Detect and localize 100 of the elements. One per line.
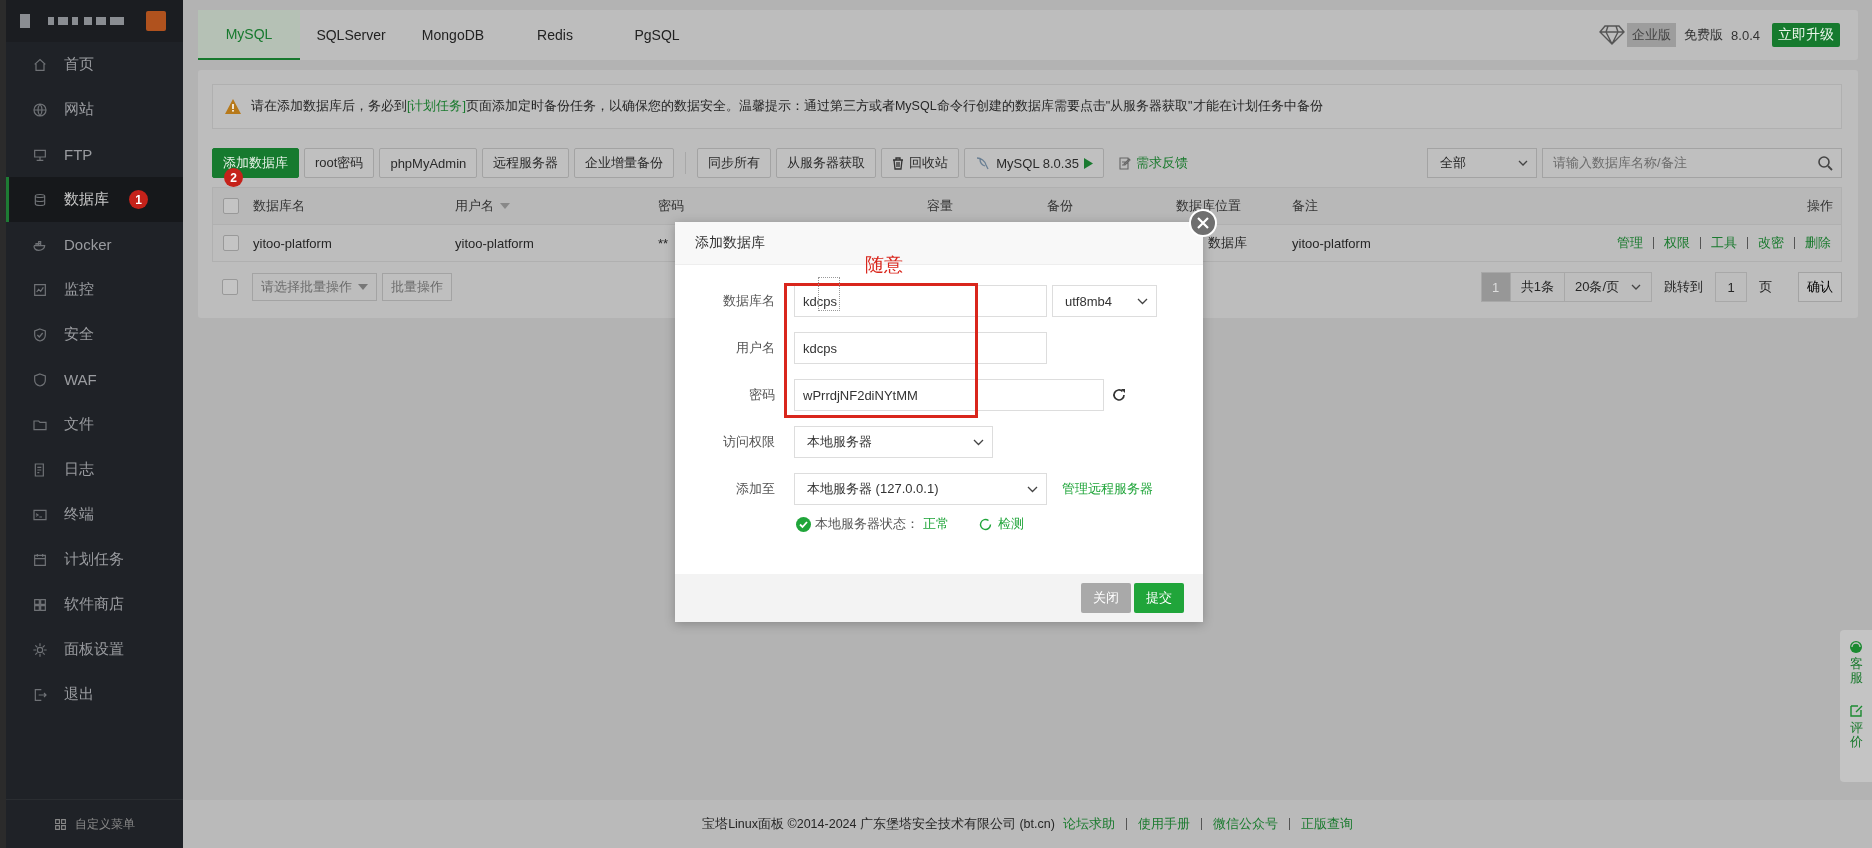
tab[interactable]: MySQL bbox=[198, 10, 300, 60]
caret-icon bbox=[358, 284, 368, 290]
page-input[interactable]: 1 bbox=[1715, 272, 1747, 302]
field-label: 访问权限 bbox=[722, 433, 775, 451]
tab[interactable]: Redis bbox=[504, 10, 606, 60]
page-size-dropdown[interactable]: 20条/页 bbox=[1563, 272, 1652, 302]
field-label: 用户名 bbox=[735, 339, 775, 357]
checkbox[interactable] bbox=[223, 198, 239, 214]
column-header: 容量 bbox=[927, 197, 953, 215]
manage-servers-link[interactable]: 管理远程服务器 bbox=[1062, 480, 1153, 498]
alert-message: 请在添加数据库后，务必到[计划任务]页面添加定时备份任务，以确保您的数据安全。温馨提示：通过第三方或者MySQL命令行创建的数据库需要点击"从服务器获取"才能在计划任务中备份 bbox=[251, 98, 1323, 115]
filter-dropdown[interactable]: 全部 bbox=[1427, 148, 1537, 178]
version-label: 8.0.4 bbox=[1731, 27, 1760, 43]
toolbar-button[interactable]: MySQL 8.0.35 bbox=[964, 148, 1104, 178]
password-field[interactable]: wPrrdjNF2diNYtMM bbox=[794, 379, 1104, 411]
sidebar-item[interactable]: 计划任务 bbox=[6, 537, 183, 582]
sidebar-item[interactable]: 监控 bbox=[6, 267, 183, 312]
checkbox[interactable] bbox=[222, 279, 238, 295]
sidebar-item[interactable]: 文件 bbox=[6, 402, 183, 447]
dialog-button[interactable]: 提交 bbox=[1134, 583, 1184, 613]
action-link[interactable]: 工具 bbox=[1711, 234, 1737, 252]
menu-icon bbox=[32, 641, 48, 658]
status-label: 本地服务器状态： bbox=[815, 516, 919, 533]
sidebar-item[interactable]: FTP bbox=[6, 132, 183, 177]
widget-label[interactable]: 评价 bbox=[1849, 720, 1863, 750]
table-cell: yitoo-platform bbox=[455, 235, 534, 251]
support-icon bbox=[1849, 640, 1863, 653]
check-link[interactable]: 检测 bbox=[979, 516, 1024, 533]
field-label: 数据库名 bbox=[722, 292, 775, 310]
batch-button[interactable]: 批量操作 bbox=[382, 273, 452, 301]
sidebar-item[interactable]: 退出 bbox=[6, 672, 183, 717]
dialog-title: 添加数据库 bbox=[695, 234, 765, 252]
logo-icon bbox=[18, 10, 168, 32]
search-field[interactable]: 请输入数据库名称/备注 bbox=[1542, 148, 1842, 178]
caret-icon bbox=[1137, 297, 1148, 305]
enterprise-badge: 企业版 bbox=[1627, 23, 1677, 47]
field-label: 添加至 bbox=[735, 480, 775, 498]
toolbar-button[interactable]: 从服务器获取 bbox=[776, 148, 877, 178]
toolbar-button[interactable]: 回收站 bbox=[881, 148, 960, 178]
sidebar-item[interactable]: 网站 bbox=[6, 87, 183, 132]
table-cell: ** bbox=[658, 235, 669, 251]
step-badge: 1 bbox=[129, 190, 148, 209]
menu-icon bbox=[32, 551, 48, 568]
scheduled-task-link[interactable]: [计划任务] bbox=[407, 99, 466, 113]
sidebar-item[interactable]: 软件商店 bbox=[6, 582, 183, 627]
total-count: 共1条 bbox=[1509, 272, 1565, 302]
menu-icon bbox=[32, 686, 48, 703]
table-cell: yitoo-platform bbox=[1292, 235, 1371, 251]
select-field[interactable]: 本地服务器 bbox=[794, 426, 993, 458]
refresh-icon[interactable] bbox=[1112, 388, 1126, 402]
tab[interactable]: MongoDB bbox=[402, 10, 504, 60]
diamond-icon bbox=[1599, 25, 1626, 45]
menu-icon bbox=[32, 101, 48, 118]
menu-icon bbox=[32, 326, 48, 343]
sidebar-item[interactable]: 面板设置 bbox=[6, 627, 183, 672]
edition-label: 免费版 bbox=[1684, 26, 1724, 44]
action-link[interactable]: 删除 bbox=[1805, 234, 1831, 252]
column-header: 数据库名 bbox=[253, 197, 305, 215]
select-field[interactable]: 本地服务器 (127.0.0.1) bbox=[794, 473, 1047, 505]
annotation-text: 随意 bbox=[865, 253, 903, 277]
column-header: 备份 bbox=[1047, 197, 1073, 215]
sidebar-item[interactable]: Docker bbox=[6, 222, 183, 267]
sidebar-item[interactable]: 终端 bbox=[6, 492, 183, 537]
menu-icon bbox=[32, 371, 48, 388]
table-cell: 数据库 bbox=[1208, 235, 1247, 250]
sidebar-item[interactable]: 日志 bbox=[6, 447, 183, 492]
toolbar-button[interactable]: phpMyAdmin bbox=[379, 148, 478, 178]
step-badge: 2 bbox=[224, 168, 243, 187]
warning-icon bbox=[225, 99, 241, 114]
tab[interactable]: SQLServer bbox=[300, 10, 402, 60]
sidebar-item[interactable]: WAF bbox=[6, 357, 183, 402]
toolbar-button[interactable]: root密码 bbox=[304, 148, 375, 178]
caret-icon bbox=[1518, 160, 1528, 166]
widget-label[interactable]: 客服 bbox=[1849, 657, 1863, 686]
charset-select[interactable]: utf8mb4 bbox=[1052, 285, 1157, 317]
column-header: 备注 bbox=[1292, 197, 1318, 215]
goto-label: 跳转到 bbox=[1664, 278, 1703, 296]
sidebar-item[interactable]: 首页 bbox=[6, 42, 183, 87]
caret-icon bbox=[973, 438, 984, 446]
caret-icon bbox=[1631, 284, 1641, 290]
upgrade-button[interactable]: 立即升级 bbox=[1772, 23, 1840, 47]
input-field[interactable]: kdcps bbox=[794, 332, 1047, 364]
checkbox[interactable] bbox=[223, 235, 239, 251]
menu-icon bbox=[32, 281, 48, 298]
toolbar-button[interactable]: 企业增量备份 bbox=[574, 148, 675, 178]
confirm-button[interactable]: 确认 bbox=[1798, 272, 1842, 302]
search-icon bbox=[1818, 155, 1833, 171]
sidebar-item[interactable]: 数据库 1 bbox=[6, 177, 183, 222]
sidebar-item[interactable]: 安全 bbox=[6, 312, 183, 357]
field-label: 密码 bbox=[748, 386, 775, 404]
toolbar-button[interactable]: 同步所有 bbox=[697, 148, 772, 178]
tab[interactable]: PgSQL bbox=[606, 10, 708, 60]
edit-icon bbox=[1849, 703, 1863, 717]
column-header: 密码 bbox=[658, 197, 684, 215]
column-header: 操作 bbox=[1807, 197, 1833, 215]
toolbar-button[interactable]: 远程服务器 bbox=[482, 148, 570, 178]
trash-icon bbox=[892, 156, 905, 170]
grid-icon bbox=[54, 817, 67, 831]
check-icon bbox=[796, 517, 811, 532]
reload-icon bbox=[979, 518, 992, 531]
